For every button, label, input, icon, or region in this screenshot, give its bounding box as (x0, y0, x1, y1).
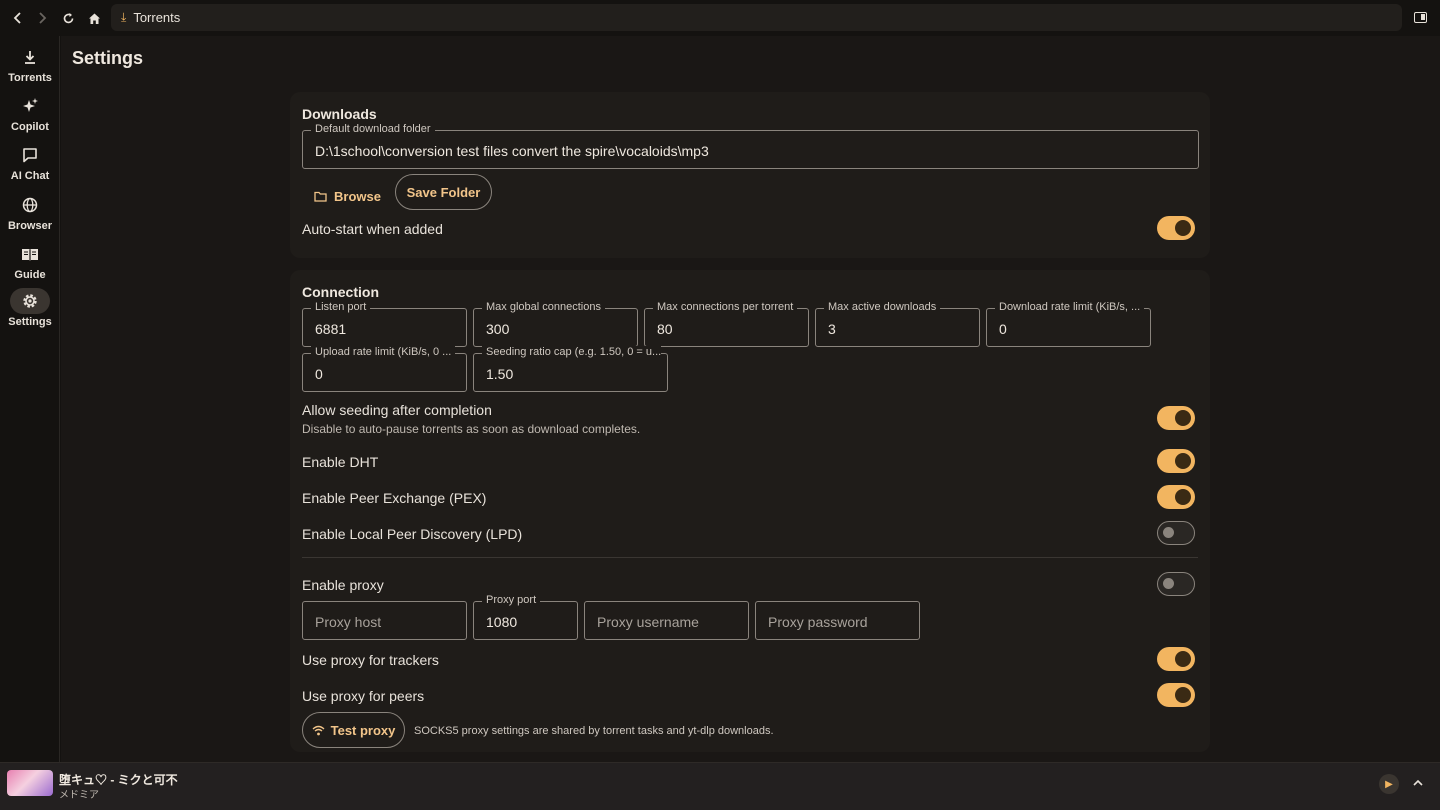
allow-seeding-toggle[interactable] (1157, 406, 1195, 430)
proxy-host-placeholder: Proxy host (315, 614, 382, 630)
proxy-username-field[interactable]: Proxy username (584, 601, 749, 640)
enable-dht-toggle[interactable] (1157, 449, 1195, 473)
globe-icon (10, 192, 50, 218)
wifi-icon (312, 725, 325, 735)
sparkle-icon (10, 93, 50, 119)
max-active-downloads-value: 3 (828, 321, 836, 337)
download-rate-limit-field[interactable]: Download rate limit (KiB/s, ... 0 (986, 301, 1151, 347)
seeding-ratio-field[interactable]: Seeding ratio cap (e.g. 1.50, 0 = u... 1… (473, 346, 668, 392)
autostart-toggle[interactable] (1157, 216, 1195, 240)
save-folder-label: Save Folder (406, 184, 481, 200)
max-global-connections-label: Max global connections (482, 301, 605, 313)
max-global-connections-value: 300 (486, 321, 510, 337)
test-proxy-label: Test proxy (330, 722, 396, 738)
proxy-peers-toggle[interactable] (1157, 683, 1195, 707)
sidebar: Torrents Copilot AI Chat Browser Guide S… (0, 36, 60, 762)
download-rate-limit-label: Download rate limit (KiB/s, ... (995, 301, 1144, 313)
download-rate-limit-value: 0 (999, 321, 1007, 337)
enable-lpd-label: Enable Local Peer Discovery (LPD) (302, 526, 523, 542)
allow-seeding-label: Allow seeding after completion (302, 402, 492, 418)
download-folder-value: D:\1school\conversion test files convert… (315, 143, 709, 159)
enable-lpd-toggle[interactable] (1157, 521, 1195, 545)
seeding-ratio-value: 1.50 (486, 366, 514, 382)
upload-rate-limit-value: 0 (315, 366, 323, 382)
listen-port-label: Listen port (311, 301, 371, 313)
folder-icon (314, 191, 327, 202)
back-icon[interactable] (6, 6, 30, 30)
address-title: Torrents (133, 10, 181, 25)
connection-heading: Connection (302, 284, 379, 300)
test-proxy-button[interactable]: Test proxy (302, 712, 405, 748)
enable-proxy-label: Enable proxy (302, 577, 384, 593)
page-title: Settings (72, 48, 144, 68)
album-art (7, 770, 53, 796)
sidebar-item-label: Browser (7, 220, 53, 232)
proxy-port-field[interactable]: Proxy port 1080 (473, 594, 578, 640)
enable-pex-label: Enable Peer Exchange (PEX) (302, 490, 487, 506)
sidebar-item-label: AI Chat (10, 170, 50, 182)
seeding-ratio-label: Seeding ratio cap (e.g. 1.50, 0 = u... (482, 346, 661, 358)
reload-icon[interactable] (56, 6, 80, 30)
sidebar-item-label: Guide (14, 269, 46, 281)
sidebar-item-label: Torrents (8, 72, 52, 84)
listen-port-field[interactable]: Listen port 6881 (302, 301, 467, 347)
gear-icon (10, 288, 50, 314)
home-icon[interactable] (82, 6, 106, 30)
browse-label: Browse (334, 188, 381, 204)
proxy-port-label: Proxy port (482, 594, 541, 606)
download-folder-field[interactable]: Default download folder D:\1school\conve… (302, 123, 1199, 169)
chat-icon (10, 142, 50, 168)
downloads-card: Downloads Default download folder D:\1sc… (290, 92, 1210, 258)
proxy-trackers-toggle[interactable] (1157, 647, 1195, 671)
download-icon: ⤓ (121, 10, 127, 24)
book-icon (10, 241, 50, 267)
sidebar-item-torrents[interactable]: Torrents (0, 44, 60, 90)
enable-dht-label: Enable DHT (302, 454, 379, 470)
max-active-downloads-label: Max active downloads (824, 301, 941, 313)
listen-port-value: 6881 (315, 321, 347, 337)
proxy-trackers-label: Use proxy for trackers (302, 652, 439, 668)
download-folder-label: Default download folder (311, 123, 435, 135)
downloads-heading: Downloads (302, 106, 377, 122)
upload-rate-limit-label: Upload rate limit (KiB/s, 0 ... (311, 346, 456, 358)
proxy-port-value: 1080 (486, 614, 518, 630)
download-icon (10, 44, 50, 70)
track-artist: メドミア (59, 790, 99, 801)
max-global-connections-field[interactable]: Max global connections 300 (473, 301, 638, 347)
sidebar-item-copilot[interactable]: Copilot (0, 93, 60, 139)
browse-button[interactable]: Browse (314, 187, 381, 205)
allow-seeding-description: Disable to auto-pause torrents as soon a… (302, 422, 641, 436)
proxy-username-placeholder: Proxy username (597, 614, 699, 630)
max-connections-per-torrent-field[interactable]: Max connections per torrent 80 (644, 301, 809, 347)
sidebar-item-browser[interactable]: Browser (0, 192, 60, 238)
enable-proxy-toggle[interactable] (1157, 572, 1195, 596)
title-bar: ⤓ Torrents (0, 0, 1440, 36)
autostart-label: Auto-start when added (302, 221, 443, 237)
proxy-note: SOCKS5 proxy settings are shared by torr… (414, 725, 774, 737)
address-bar[interactable]: ⤓ Torrents (111, 4, 1402, 31)
sidebar-item-label: Copilot (11, 121, 49, 133)
proxy-peers-label: Use proxy for peers (302, 688, 425, 704)
forward-icon[interactable] (30, 6, 54, 30)
panel-toggle-icon[interactable] (1414, 12, 1427, 23)
connection-card: Connection Listen port 6881 Max global c… (290, 270, 1210, 752)
max-connections-per-torrent-value: 80 (657, 321, 673, 337)
max-connections-per-torrent-label: Max connections per torrent (653, 301, 798, 313)
upload-rate-limit-field[interactable]: Upload rate limit (KiB/s, 0 ... 0 (302, 346, 467, 392)
sidebar-item-settings[interactable]: Settings (0, 288, 60, 334)
chevron-up-icon[interactable] (1413, 775, 1423, 789)
proxy-host-field[interactable]: Proxy host (302, 601, 467, 640)
proxy-password-placeholder: Proxy password (768, 614, 868, 630)
sidebar-item-ai-chat[interactable]: AI Chat (0, 142, 60, 188)
save-folder-button[interactable]: Save Folder (395, 174, 492, 210)
section-divider (302, 557, 1198, 558)
proxy-password-field[interactable]: Proxy password (755, 601, 920, 640)
sidebar-item-guide[interactable]: Guide (0, 241, 60, 287)
settings-page: Settings Downloads Default download fold… (61, 36, 1440, 762)
enable-pex-toggle[interactable] (1157, 485, 1195, 509)
max-active-downloads-field[interactable]: Max active downloads 3 (815, 301, 980, 347)
media-player-bar: 堕キュ♡ - ミクと可不 メドミア ▶ (0, 762, 1440, 810)
sidebar-item-label: Settings (8, 316, 52, 328)
play-icon[interactable]: ▶ (1379, 774, 1399, 794)
